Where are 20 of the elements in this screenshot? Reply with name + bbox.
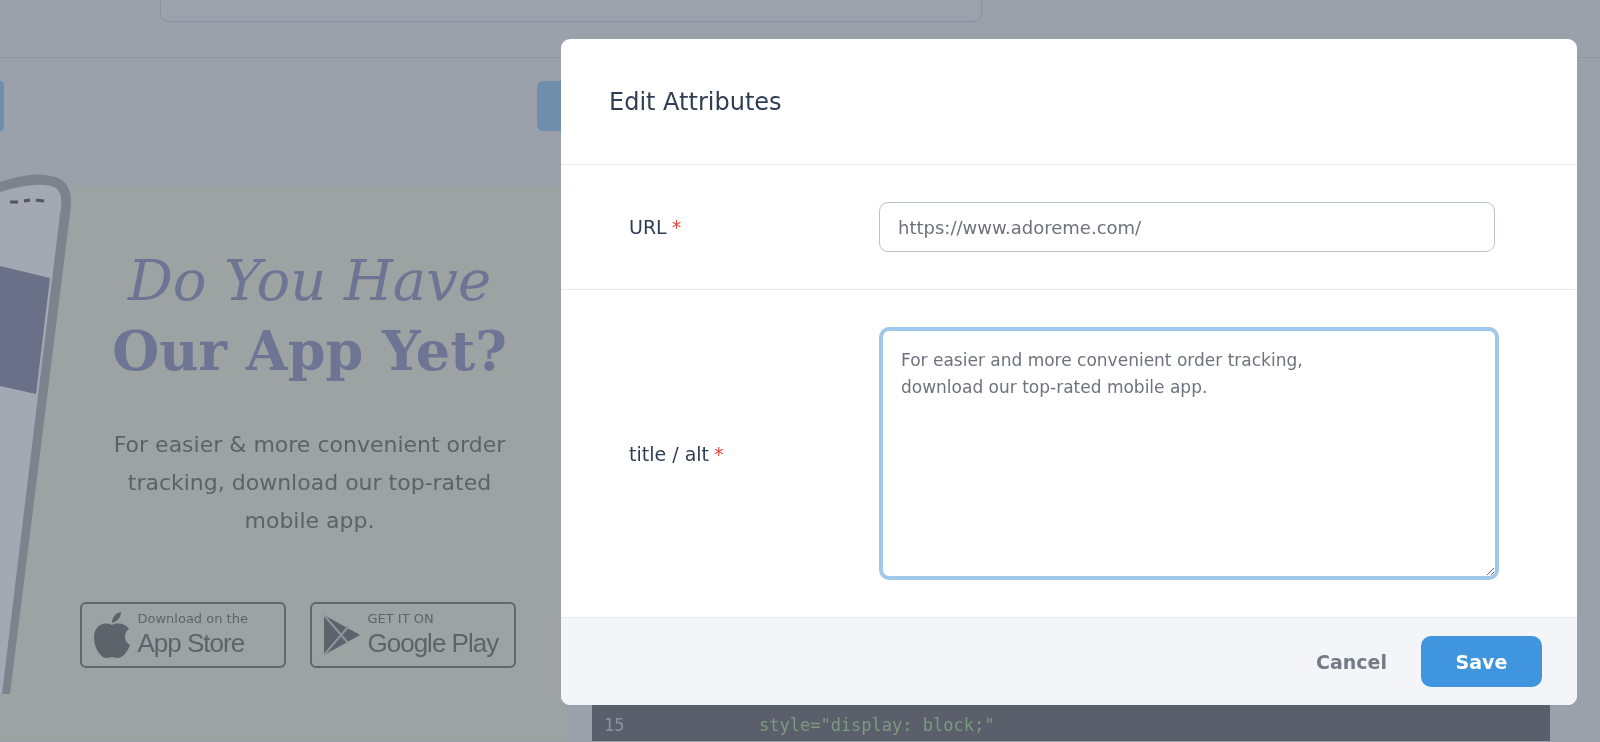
- toolbar-button[interactable]: [0, 81, 4, 131]
- field-label: title / alt *: [629, 442, 725, 465]
- store-badge[interactable]: GET IT ON Google Play: [309, 602, 516, 668]
- store-badge[interactable]: Download on the App Store: [79, 602, 286, 668]
- field-label: URL *: [629, 216, 683, 238]
- dialog-title: Edit Attributes: [609, 87, 782, 116]
- url-field[interactable]: https://www.adoreme.com/: [879, 202, 1495, 252]
- badge-title: Google Play: [367, 627, 499, 659]
- required-mark: *: [714, 442, 724, 465]
- save-button[interactable]: Save: [1421, 636, 1542, 687]
- badge-caption: Download on the: [137, 611, 248, 627]
- cancel-button[interactable]: Cancel: [1310, 640, 1393, 683]
- apple-icon: [91, 611, 132, 659]
- badge-caption: GET IT ON: [367, 611, 435, 627]
- play-icon: [321, 613, 362, 657]
- text-area[interactable]: For easier and more convenient order tracking, download our top-rated mobile app.: [879, 327, 1499, 580]
- code-line: style="display: block;": [759, 715, 995, 735]
- required-mark: *: [671, 216, 682, 238]
- badge-title: App Store: [137, 627, 246, 659]
- banner-text: For easier & more convenient order tracking, download our top-rated mobile app.: [112, 431, 507, 535]
